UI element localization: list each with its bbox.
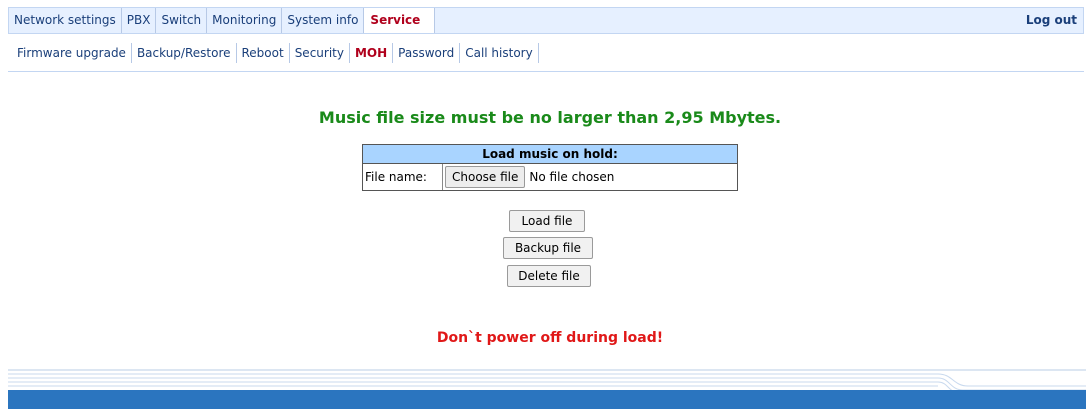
subtab-password[interactable]: Password: [393, 43, 461, 63]
logout-link[interactable]: Log out: [1026, 8, 1077, 33]
tab-monitoring[interactable]: Monitoring: [207, 8, 283, 33]
tab-service[interactable]: Service: [364, 8, 436, 33]
delete-file-button[interactable]: Delete file: [507, 265, 591, 287]
sub-navigation: Firmware upgrade Backup/Restore Reboot S…: [8, 34, 1084, 72]
subtab-moh[interactable]: MOH: [350, 43, 394, 63]
tab-pbx[interactable]: PBX: [122, 8, 157, 33]
subtab-call-history[interactable]: Call history: [460, 43, 539, 63]
subtab-firmware-upgrade[interactable]: Firmware upgrade: [12, 43, 132, 63]
load-moh-table: Load music on hold: File name: Choose fi…: [362, 144, 738, 191]
subtab-security[interactable]: Security: [290, 43, 350, 63]
subtab-backup-restore[interactable]: Backup/Restore: [132, 43, 237, 63]
top-navigation: Network settings PBX Switch Monitoring S…: [8, 7, 1084, 34]
tab-network-settings[interactable]: Network settings: [9, 8, 122, 33]
power-warning: Don`t power off during load!: [436, 330, 664, 346]
load-file-button[interactable]: Load file: [509, 210, 585, 232]
file-status: No file chosen: [529, 170, 615, 184]
tab-system-info[interactable]: System info: [282, 8, 365, 33]
footer-decoration: [8, 369, 1086, 392]
file-name-label: File name:: [363, 164, 443, 190]
backup-file-button[interactable]: Backup file: [503, 237, 593, 259]
subtab-reboot[interactable]: Reboot: [237, 43, 290, 63]
load-moh-header: Load music on hold:: [363, 145, 737, 164]
tab-switch[interactable]: Switch: [156, 8, 208, 33]
choose-file-button[interactable]: Choose file: [445, 166, 526, 188]
file-name-row: File name: Choose file No file chosen: [363, 164, 737, 190]
size-notice: Music file size must be no larger than 2…: [318, 108, 782, 127]
footer-bar: [8, 390, 1086, 409]
